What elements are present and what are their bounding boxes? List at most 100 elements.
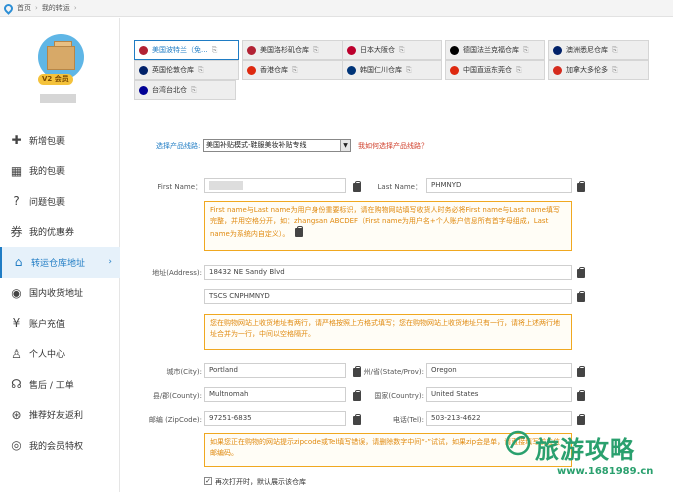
warehouse-tab[interactable]: 德国法兰克福仓库 ⎘ <box>445 40 545 60</box>
breadcrumb: 首页 › 我的转运 › <box>0 0 673 17</box>
warehouse-tab[interactable]: 香港仓库 ⎘ <box>242 60 345 80</box>
flag-de-icon <box>450 45 459 55</box>
flag-uk-icon <box>139 65 148 75</box>
default-warehouse-checkbox[interactable]: ✓ <box>204 477 212 485</box>
product-line-help-link[interactable]: 我如何选择产品线路？ <box>358 141 428 151</box>
copy-icon[interactable]: ⎘ <box>612 66 618 75</box>
county-field[interactable]: Multnomah <box>204 387 346 402</box>
sidebar-item[interactable]: ? 问题包裹 <box>0 186 120 217</box>
flag-au-icon <box>553 45 562 55</box>
name-notice: First name与Last name为用户身份重要标识，请在购物网站填写收货… <box>204 201 572 251</box>
address-line2-field[interactable]: TSCS CNPHMNYD <box>204 289 572 304</box>
question-icon: ? <box>13 194 20 209</box>
product-line-select[interactable]: 美国补贴模式-鞋服美妆补贴专线 ▼ <box>203 139 351 152</box>
watermark-url: www.1681989.cn <box>557 466 654 477</box>
sidebar-item[interactable]: ¥ 账户充值 <box>0 308 120 339</box>
watermark-logo-icon <box>505 430 531 456</box>
sidebar-item[interactable]: ✚ 新增包裹 <box>0 125 120 156</box>
default-warehouse-label: 再次打开时，默认展示该仓库 <box>215 478 306 486</box>
copy-icon[interactable] <box>294 226 303 237</box>
breadcrumb-home-link[interactable]: 首页 <box>17 3 31 13</box>
sidebar-item-label: 问题包裹 <box>29 197 66 208</box>
zipcode-field[interactable]: 97251-6835 <box>204 411 346 426</box>
copy-icon[interactable]: ⎘ <box>516 66 522 75</box>
plus-icon: ✚ <box>11 133 22 148</box>
last-name-field[interactable]: PHMNYD <box>426 178 572 193</box>
tel-field[interactable]: 503-213-4622 <box>426 411 572 426</box>
coupon-icon: 券 <box>10 225 23 240</box>
copy-icon[interactable]: ⎘ <box>313 46 319 55</box>
copy-icon[interactable] <box>577 267 585 278</box>
copy-icon[interactable] <box>353 181 361 192</box>
warehouse-tab[interactable]: 中国直运东莞仓 ⎘ <box>445 60 545 80</box>
sidebar-item-label: 转运仓库地址 <box>31 258 86 269</box>
yen-icon: ¥ <box>12 316 21 331</box>
copy-icon[interactable] <box>577 366 585 377</box>
warehouse-tab[interactable]: 美国洛杉矶仓库 ⎘ <box>242 40 345 60</box>
home-icon: ⌂ <box>14 255 23 270</box>
sidebar-item[interactable]: ♙ 个人中心 <box>0 339 120 370</box>
sidebar-item[interactable]: ☊ 售后 / 工单 <box>0 369 120 400</box>
warehouse-tab[interactable]: 澳洲悉尼仓库 ⎘ <box>548 40 649 60</box>
product-line-label: 选择产品线路: <box>156 142 201 150</box>
headset-icon: ☊ <box>11 377 22 392</box>
warehouse-tab[interactable]: 加拿大多伦多 ⎘ <box>548 60 649 80</box>
copy-icon[interactable]: ⎘ <box>612 46 618 55</box>
warehouse-tab[interactable]: 美国波特兰（免... ⎘ <box>134 40 239 60</box>
warehouse-tab-label: 美国波特兰（免... <box>152 46 208 54</box>
warehouse-tab-label: 澳洲悉尼仓库 <box>566 46 608 54</box>
copy-icon[interactable]: ⎘ <box>406 66 412 75</box>
country-field[interactable]: United States <box>426 387 572 402</box>
copy-icon[interactable] <box>577 390 585 401</box>
copy-icon[interactable]: ⎘ <box>399 46 405 55</box>
location-pin-icon: ◉ <box>11 285 22 300</box>
first-name-field[interactable] <box>204 178 346 193</box>
copy-icon[interactable] <box>577 414 585 425</box>
copy-icon[interactable]: ⎘ <box>212 46 218 55</box>
sidebar-item-label: 新增包裹 <box>29 136 66 147</box>
warehouse-tab[interactable]: 日本大阪仓 ⎘ <box>342 40 442 60</box>
username-redacted <box>40 94 76 103</box>
flag-kr-icon <box>347 65 356 75</box>
city-field[interactable]: Portland <box>204 363 346 378</box>
sidebar-item[interactable]: ⌂ 转运仓库地址 › <box>0 247 120 278</box>
state-label: 州/省(State/Prov): <box>363 368 424 376</box>
copy-icon[interactable]: ⎘ <box>198 66 204 75</box>
sidebar-item[interactable]: ▦ 我的包裹 <box>0 156 120 187</box>
copy-icon[interactable]: ⎘ <box>191 86 197 95</box>
sidebar-item-label: 我的优惠券 <box>29 228 75 239</box>
warehouse-tab-label: 台湾台北仓 <box>152 86 187 94</box>
vip-label: 会员 <box>54 75 69 83</box>
warehouse-tab-label: 韩国仁川仓库 <box>360 66 402 74</box>
warehouse-tab-label: 英国伦敦仓库 <box>152 66 194 74</box>
warehouse-tab-label: 美国洛杉矶仓库 <box>260 46 309 54</box>
sidebar-item[interactable]: ◎ 我的会员特权 <box>0 430 120 461</box>
copy-icon[interactable]: ⎘ <box>523 46 529 55</box>
tel-label: 电话(Tel): <box>392 416 424 424</box>
county-label: 县/郡(County): <box>152 392 202 400</box>
sidebar-item-label: 我的会员特权 <box>29 441 84 452</box>
country-label: 国家(Country): <box>374 392 424 400</box>
copy-icon[interactable] <box>577 291 585 302</box>
city-label: 城市(City): <box>166 368 202 376</box>
watermark-title: 旅游攻略 <box>535 435 635 464</box>
sidebar-item-label: 账户充值 <box>29 319 66 330</box>
name-notice-text: First name与Last name为用户身份重要标识，请在购物网站填写收货… <box>210 206 560 238</box>
warehouse-tab[interactable]: 英国伦敦仓库 ⎘ <box>134 60 239 80</box>
warehouse-tab[interactable]: 韩国仁川仓库 ⎘ <box>342 60 442 80</box>
sidebar-item[interactable]: 券我的优惠券 <box>0 217 120 248</box>
zipcode-label: 邮编 (ZipCode): <box>148 416 202 424</box>
sidebar-item[interactable]: ⊛ 推荐好友返利 <box>0 400 120 431</box>
copy-icon[interactable]: ⎘ <box>292 66 298 75</box>
address-line1-field[interactable]: 18432 NE Sandy Blvd <box>204 265 572 280</box>
state-field[interactable]: Oregon <box>426 363 572 378</box>
location-pin-icon <box>2 1 15 15</box>
address-label: 地址(Address): <box>152 269 202 277</box>
flag-hk-icon <box>247 65 256 75</box>
copy-icon[interactable] <box>577 181 585 192</box>
vip-level: V2 <box>42 75 53 83</box>
warehouse-tab[interactable]: 台湾台北仓 ⎘ <box>134 80 236 100</box>
sidebar-menu: ✚ 新增包裹 ▦ 我的包裹? 问题包裹券我的优惠券 ⌂ 转运仓库地址 › ◉ 国内收货地址 ¥ 账户充… <box>0 125 120 461</box>
sidebar-item[interactable]: ◉ 国内收货地址 <box>0 278 120 309</box>
breadcrumb-separator-icon: › <box>35 4 38 12</box>
